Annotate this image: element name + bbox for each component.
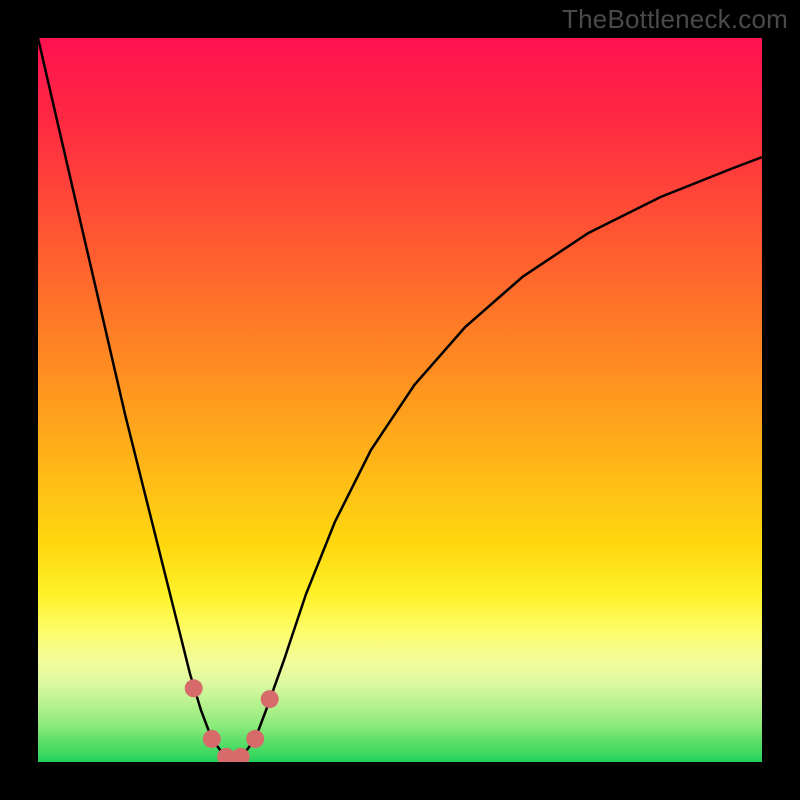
threshold-marker	[203, 730, 221, 748]
bottleneck-curve	[38, 38, 762, 761]
threshold-marker	[185, 679, 203, 697]
threshold-marker	[261, 690, 279, 708]
outer-frame: TheBottleneck.com	[0, 0, 800, 800]
threshold-markers	[185, 679, 279, 762]
plot-area	[38, 38, 762, 762]
chart-overlay	[38, 38, 762, 762]
watermark-text: TheBottleneck.com	[562, 4, 788, 35]
threshold-marker	[246, 730, 264, 748]
